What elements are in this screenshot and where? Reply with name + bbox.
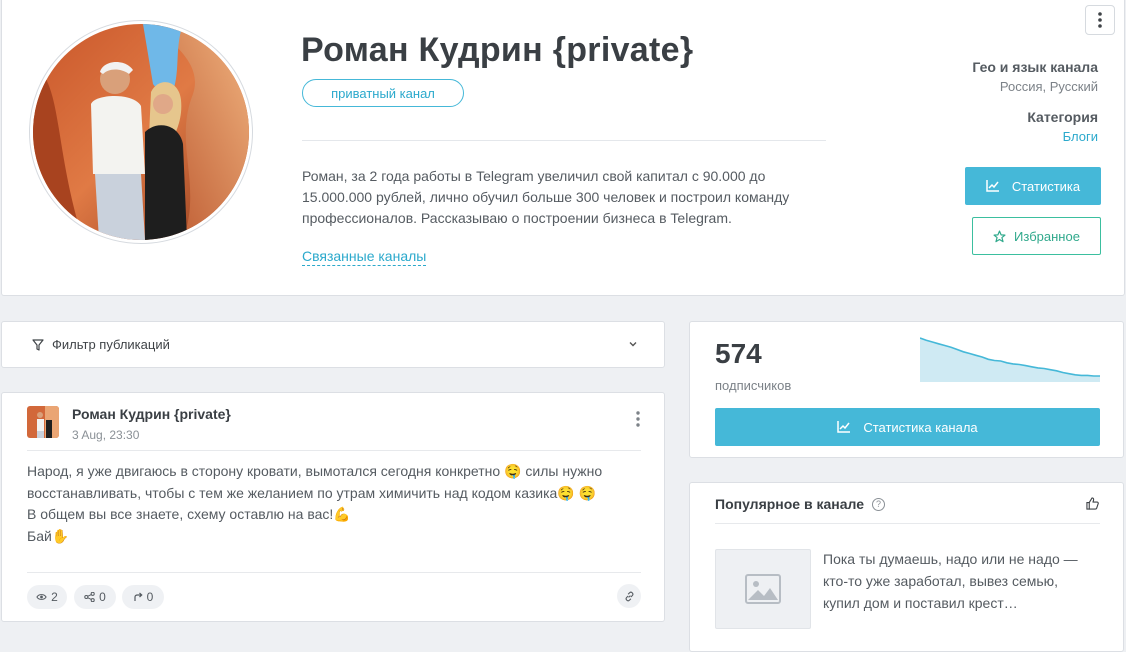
filter-expand-toggle[interactable] (628, 336, 638, 354)
forward-arrow-icon (134, 592, 143, 601)
shares-counter: 0 (74, 585, 116, 609)
category-value-link[interactable]: Блоги (1063, 129, 1098, 144)
thumbs-up-icon (1086, 497, 1099, 510)
popular-sort-button[interactable] (1086, 497, 1099, 515)
post-link-button[interactable] (617, 584, 641, 608)
help-icon[interactable]: ? (872, 497, 885, 511)
channel-description: Роман, за 2 года работы в Telegram увели… (302, 168, 790, 226)
popular-post-thumbnail[interactable] (715, 549, 811, 629)
post-line: восстанавливать, чтобы с тем же желанием… (27, 484, 597, 501)
popular-post-excerpt[interactable]: Пока ты думаешь, надо или не надо — кто-… (823, 548, 1093, 614)
geo-language-value: Россия, Русский (999, 79, 1098, 94)
share-icon (84, 592, 95, 602)
filter-label: Фильтр публикаций (52, 337, 170, 352)
more-options-button[interactable] (1085, 5, 1115, 35)
popular-title-text: Популярное в канале (715, 496, 864, 512)
forwards-count: 0 (146, 590, 154, 604)
link-icon (625, 591, 633, 601)
post-line: Бай✋ (27, 527, 70, 544)
post-body: Народ, я уже двигаюсь в сторону кровати,… (27, 461, 647, 547)
divider (715, 523, 1100, 524)
post-author-avatar (27, 406, 59, 438)
favorite-button-label: Избранное (1014, 228, 1080, 244)
channel-title: Роман Кудрин {private} (301, 31, 694, 69)
category-label: Категория (1027, 109, 1098, 125)
statistics-button[interactable]: Статистика (965, 167, 1101, 205)
chart-line-icon (986, 180, 999, 192)
chart-line-icon (837, 421, 851, 433)
filter-icon (32, 338, 44, 351)
channel-avatar (29, 20, 253, 244)
statistics-button-label: Статистика (1011, 178, 1081, 194)
views-count: 2 (51, 590, 58, 604)
shares-count: 0 (99, 590, 106, 604)
post-filter-bar[interactable]: Фильтр публикаций (1, 321, 665, 368)
channel-statistics-button[interactable]: Статистика канала (715, 408, 1100, 446)
related-channels-link[interactable]: Связанные каналы (302, 248, 427, 266)
popular-posts-card: Популярное в канале ? Пока ты думаешь, н… (689, 482, 1124, 652)
post-line: В общем вы все знаете, схему оставлю на … (27, 506, 351, 522)
favorite-button[interactable]: Избранное (972, 217, 1101, 255)
image-placeholder-icon (745, 574, 781, 604)
popular-title: Популярное в канале ? (715, 496, 885, 512)
trend-area (920, 338, 1100, 382)
subscribers-label: подписчиков (715, 378, 792, 393)
post-line: Народ, я уже двигаюсь в сторону кровати,… (27, 463, 603, 479)
subscribers-count: 574 (715, 338, 762, 369)
post-date: 3 Aug, 23:30 (72, 428, 140, 442)
private-channel-badge: приватный канал (302, 79, 464, 107)
eye-icon (36, 594, 47, 600)
divider (27, 450, 641, 451)
kebab-menu-icon (1098, 12, 1102, 28)
divider (27, 572, 641, 573)
post-card: Роман Кудрин {private} 3 Aug, 23:30 Наро… (1, 392, 665, 622)
avatar-photo (33, 24, 249, 240)
star-icon (993, 229, 1006, 242)
author-photo (27, 406, 59, 438)
subscribers-card: 574 подписчиков Статистика канала (689, 321, 1124, 458)
kebab-menu-icon (636, 411, 640, 427)
post-menu-button[interactable] (636, 411, 640, 427)
channel-header-card: Роман Кудрин {private} приватный канал Р… (1, 0, 1125, 296)
subscribers-trend-chart (920, 337, 1100, 382)
geo-language-label: Гео и язык канала (972, 59, 1098, 75)
post-author-name[interactable]: Роман Кудрин {private} (72, 406, 231, 422)
channel-statistics-label: Статистика канала (863, 419, 978, 435)
views-counter: 2 (27, 585, 67, 609)
chevron-down-icon (629, 342, 637, 347)
divider (302, 140, 826, 141)
forwards-counter: 0 (122, 585, 164, 609)
